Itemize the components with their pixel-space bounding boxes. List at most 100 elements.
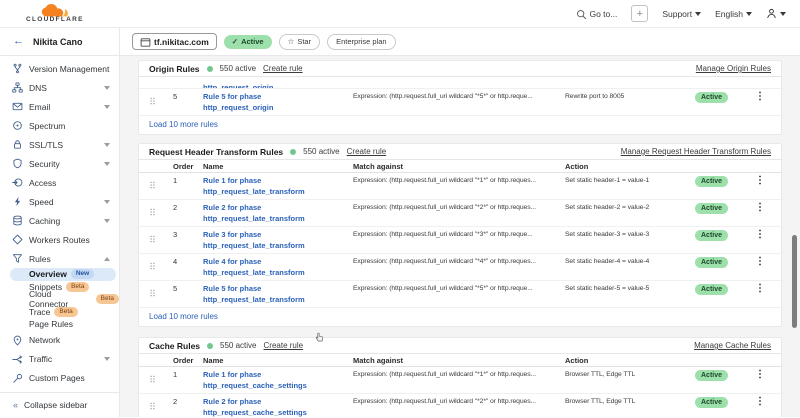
rule-name-link[interactable]: http_request_origin: [203, 103, 353, 114]
kebab-menu-icon[interactable]: ⋮: [755, 176, 765, 186]
rule-name-link[interactable]: Rule 2 for phase: [203, 397, 353, 408]
sidebar-item-traffic[interactable]: Traffic: [0, 350, 119, 369]
workers-icon: [12, 234, 23, 245]
kebab-menu-icon[interactable]: ⋮: [755, 230, 765, 240]
cloudflare-logo[interactable]: CLOUDFLARE: [26, 4, 84, 24]
rule-name-link[interactable]: Rule 3 for phase: [203, 230, 353, 241]
rule-order: 5: [173, 92, 203, 103]
sidebar-item-spectrum[interactable]: Spectrum: [0, 116, 119, 135]
star-button[interactable]: ☆ Star: [279, 34, 321, 50]
rule-name-link[interactable]: http_request_late_transform: [203, 268, 353, 279]
status-badge: Active: [695, 397, 728, 408]
drag-handle-icon[interactable]: [149, 284, 156, 303]
kebab-menu-icon[interactable]: ⋮: [755, 284, 765, 294]
sidebar-item-speed[interactable]: Speed: [0, 192, 119, 211]
rule-name-link[interactable]: Rule 2 for phase: [203, 203, 353, 214]
scrollbar-thumb[interactable]: [792, 235, 797, 328]
sidebar-subitem-label: Trace: [29, 307, 50, 317]
goto-search[interactable]: Go to...: [576, 9, 617, 19]
create-rule-link[interactable]: Create rule: [263, 64, 303, 73]
sidebar-item-email[interactable]: Email: [0, 97, 119, 116]
sidebar-item-trace[interactable]: TraceBeta: [0, 306, 119, 319]
access-icon: [12, 177, 23, 188]
sidebar-item-label: Version Management: [29, 64, 110, 74]
table-row: 1Rule 1 for phasehttp_request_late_trans…: [139, 173, 781, 200]
table-row: 2Rule 2 for phasehttp_request_late_trans…: [139, 200, 781, 227]
rule-name-link[interactable]: Rule 1 for phase: [203, 176, 353, 187]
domain-selector[interactable]: tf.nikitac.com: [132, 33, 217, 50]
chevron-down-icon: [104, 219, 110, 223]
language-menu[interactable]: English: [715, 9, 752, 19]
rule-name-link[interactable]: http_request_cache_settings: [203, 408, 353, 418]
drag-handle-icon[interactable]: [149, 230, 156, 249]
plan-badge: Enterprise plan: [327, 34, 395, 50]
drag-handle-icon[interactable]: [149, 397, 156, 416]
rule-name-link[interactable]: http_request_late_transform: [203, 214, 353, 225]
sidebar-item-caching[interactable]: Caching: [0, 211, 119, 230]
back-arrow-icon[interactable]: ←: [13, 36, 24, 47]
drag-handle-icon[interactable]: [149, 203, 156, 222]
sidebar-item-workers-routes[interactable]: Workers Routes: [0, 230, 119, 249]
sidebar: Version Management DNSEmail Spectrum SSL/TL…: [0, 56, 120, 417]
user-menu[interactable]: [766, 8, 786, 19]
sidebar-item-label: Rules: [29, 254, 104, 264]
rule-name-link[interactable]: http_request_late_transform: [203, 295, 353, 306]
sidebar-item-version-management[interactable]: Version Management: [0, 59, 119, 78]
sidebar-item-custom-pages[interactable]: Custom Pages: [0, 369, 119, 388]
sidebar-item-cloud-connector[interactable]: Cloud ConnectorBeta: [0, 293, 119, 306]
drag-handle-icon[interactable]: [149, 370, 156, 389]
collapse-label: Collapse sidebar: [24, 400, 87, 410]
drag-handle-icon[interactable]: [149, 257, 156, 276]
sidebar-item-access[interactable]: Access: [0, 173, 119, 192]
rule-name-link[interactable]: Rule 1 for phase: [203, 370, 353, 381]
rule-name-link[interactable]: http_request_late_transform: [203, 187, 353, 198]
rule-name-link[interactable]: Rule 5 for phase: [203, 284, 353, 295]
rule-name-link[interactable]: http_request_cache_settings: [203, 381, 353, 392]
domain-status-badge: ✓ Active: [224, 35, 272, 49]
kebab-menu-icon[interactable]: ⋮: [755, 203, 765, 213]
sidebar-item-label: Spectrum: [29, 121, 110, 131]
rule-order: 1: [173, 370, 203, 381]
sidebar-item-overview[interactable]: OverviewNew: [10, 268, 116, 281]
load-more-rules-link[interactable]: Load 10 more rules: [139, 116, 781, 134]
sidebar-item-network[interactable]: Network: [0, 331, 119, 350]
kebab-menu-icon[interactable]: ⋮: [755, 257, 765, 267]
bolt-icon: [12, 196, 23, 207]
column-header-name: Name: [203, 162, 353, 171]
rule-name: Rule 2 for phasehttp_request_late_transf…: [203, 203, 353, 224]
sidebar-item-label: SSL/TLS: [29, 140, 104, 150]
load-more-rules-link[interactable]: Load 10 more rules: [139, 308, 781, 326]
add-button[interactable]: +: [631, 5, 648, 22]
rule-name: Rule 3 for phasehttp_request_late_transf…: [203, 230, 353, 251]
rule-name: Rule 1 for phasehttp_request_late_transf…: [203, 176, 353, 197]
rule-action: Rewrite port to 8005: [565, 92, 695, 103]
browser-window-icon: [140, 37, 150, 47]
sidebar-item-rules[interactable]: Rules: [0, 249, 119, 268]
sidebar-item-security[interactable]: Security: [0, 154, 119, 173]
create-rule-link[interactable]: Create rule: [347, 147, 387, 156]
create-rule-link[interactable]: Create rule: [264, 341, 304, 350]
rule-order: 1: [173, 176, 203, 187]
collapse-sidebar-button[interactable]: « Collapse sidebar: [0, 392, 119, 417]
section-cache-rules: Cache Rules550 activeCreate ruleManage C…: [138, 337, 782, 417]
drag-handle-icon[interactable]: [149, 176, 156, 195]
drag-handle-icon[interactable]: [149, 92, 156, 111]
sidebar-item-page-rules[interactable]: Page Rules: [0, 318, 119, 331]
sidebar-item-dns[interactable]: DNS: [0, 78, 119, 97]
section-request-header-transform-rules: Request Header Transform Rules550 active…: [138, 143, 782, 327]
manage-rules-link[interactable]: Manage Origin Rules: [696, 64, 771, 73]
rule-order: 4: [173, 257, 203, 268]
support-menu[interactable]: Support: [662, 9, 701, 19]
kebab-menu-icon[interactable]: ⋮: [755, 370, 765, 380]
rule-name-link[interactable]: Rule 5 for phase: [203, 92, 353, 103]
rule-name-link[interactable]: http_request_late_transform: [203, 241, 353, 252]
sidebar-item-ssl-tls[interactable]: SSL/TLS: [0, 135, 119, 154]
active-count: 550 active: [220, 64, 256, 73]
branch-icon: [12, 63, 23, 74]
account-header-left: ← Nikita Cano: [0, 28, 120, 55]
kebab-menu-icon[interactable]: ⋮: [755, 397, 765, 407]
rule-name-link[interactable]: Rule 4 for phase: [203, 257, 353, 268]
manage-rules-link[interactable]: Manage Request Header Transform Rules: [621, 147, 771, 156]
kebab-menu-icon[interactable]: ⋮: [755, 92, 765, 102]
manage-rules-link[interactable]: Manage Cache Rules: [694, 341, 771, 350]
